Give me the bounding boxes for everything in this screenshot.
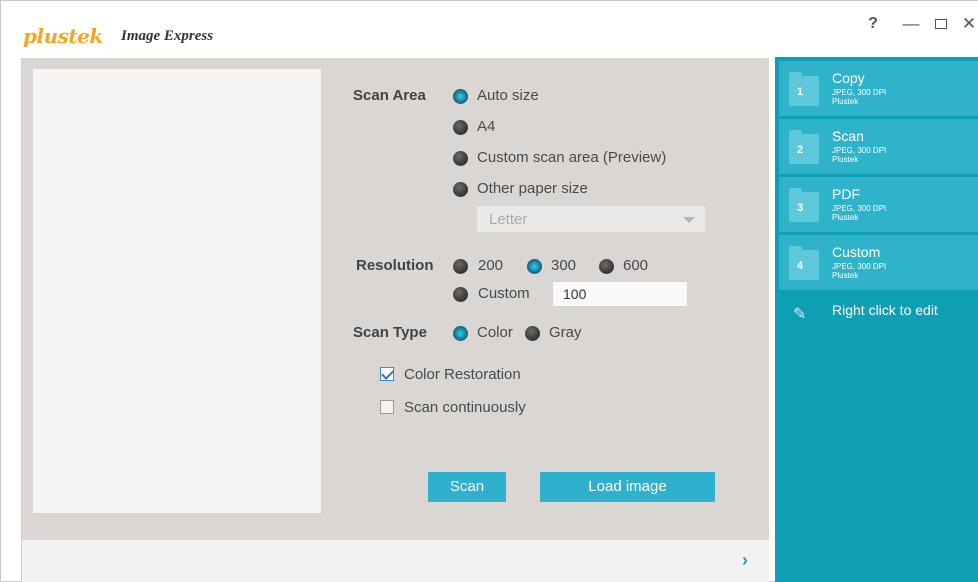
minimize-button[interactable]: — xyxy=(901,13,921,35)
help-button[interactable]: ? xyxy=(863,13,883,35)
scan-continuously-label[interactable]: Scan continuously xyxy=(404,399,526,416)
sidebar-item-format: JPEG, 300 DPI xyxy=(832,262,887,271)
sidebar-item-title: Scan xyxy=(832,128,864,144)
paper-size-select[interactable]: Letter xyxy=(476,205,706,233)
radio-res-200[interactable] xyxy=(453,259,468,274)
scan-area-label: Scan Area xyxy=(353,87,426,104)
item-number: 1 xyxy=(797,86,804,98)
preview-area xyxy=(33,69,321,513)
sidebar-item-format: JPEG, 300 DPI xyxy=(832,204,887,213)
main-panel: Scan Area Auto size A4 Custom scan area … xyxy=(21,58,769,582)
radio-res-custom-label[interactable]: Custom xyxy=(478,285,530,302)
load-image-button[interactable]: Load image xyxy=(540,472,715,502)
sidebar-item-brand: Plustek xyxy=(832,155,859,164)
radio-custom-scan-area-label[interactable]: Custom scan area (Preview) xyxy=(477,149,666,166)
sidebar-item-title: PDF xyxy=(832,186,860,202)
edit-icon: ✎ xyxy=(793,306,807,323)
settings-panel: Scan Area Auto size A4 Custom scan area … xyxy=(22,58,769,540)
radio-auto-size-label[interactable]: Auto size xyxy=(477,87,539,104)
sidebar-item-copy[interactable]: 1 Copy JPEG, 300 DPI Plustek xyxy=(779,61,978,116)
scan-type-label: Scan Type xyxy=(353,324,427,341)
radio-other-paper-size[interactable] xyxy=(453,182,468,197)
sidebar: 1 Copy JPEG, 300 DPI Plustek 2 Scan JPEG… xyxy=(775,57,978,582)
sidebar-item-brand: Plustek xyxy=(832,213,859,222)
item-number: 4 xyxy=(797,260,804,272)
radio-other-paper-size-label[interactable]: Other paper size xyxy=(477,180,588,197)
color-restoration-label[interactable]: Color Restoration xyxy=(404,366,521,383)
scan-button[interactable]: Scan xyxy=(428,472,506,502)
radio-gray-label[interactable]: Gray xyxy=(549,324,582,341)
radio-res-600[interactable] xyxy=(599,259,614,274)
chevron-right-icon[interactable]: › xyxy=(742,551,758,569)
bottom-bar xyxy=(22,540,769,582)
item-number: 2 xyxy=(797,144,804,156)
folder-icon: 4 xyxy=(789,246,819,280)
radio-res-600-label[interactable]: 600 xyxy=(623,257,648,274)
sidebar-item-brand: Plustek xyxy=(832,97,859,106)
app-window: plustek Image Express ? — ✕ Scan Area Au… xyxy=(0,0,978,582)
sidebar-item-title: Copy xyxy=(832,70,865,86)
sidebar-item-format: JPEG, 300 DPI xyxy=(832,146,887,155)
radio-custom-scan-area[interactable] xyxy=(453,151,468,166)
folder-icon: 2 xyxy=(789,130,819,164)
sidebar-item-brand: Plustek xyxy=(832,271,859,280)
folder-icon: 3 xyxy=(789,188,819,222)
sidebar-item-scan[interactable]: 2 Scan JPEG, 300 DPI Plustek xyxy=(779,119,978,174)
radio-color-label[interactable]: Color xyxy=(477,324,513,341)
radio-res-200-label[interactable]: 200 xyxy=(478,257,503,274)
sidebar-item-custom[interactable]: 4 Custom JPEG, 300 DPI Plustek xyxy=(779,235,978,290)
sidebar-item-format: JPEG, 300 DPI xyxy=(832,88,887,97)
app-name: Image Express xyxy=(121,28,214,44)
close-button[interactable]: ✕ xyxy=(959,13,978,35)
item-number: 3 xyxy=(797,202,804,214)
right-click-hint: Right click to edit xyxy=(832,302,938,318)
radio-color[interactable] xyxy=(453,326,468,341)
scan-continuously-checkbox[interactable] xyxy=(380,400,394,414)
radio-a4-label[interactable]: A4 xyxy=(477,118,495,135)
resolution-label: Resolution xyxy=(356,257,434,274)
plustek-logo: plustek xyxy=(23,24,103,48)
folder-icon: 1 xyxy=(789,72,819,106)
radio-res-custom[interactable] xyxy=(453,287,468,302)
maximize-button[interactable] xyxy=(931,13,951,35)
radio-auto-size[interactable] xyxy=(453,89,468,104)
custom-resolution-input[interactable]: 100 xyxy=(552,281,688,307)
radio-res-300-label[interactable]: 300 xyxy=(551,257,576,274)
radio-a4[interactable] xyxy=(453,120,468,135)
chevron-down-icon xyxy=(683,217,695,223)
sidebar-item-title: Custom xyxy=(832,244,881,260)
title-bar: plustek Image Express ? — ✕ xyxy=(1,1,978,57)
paper-size-value: Letter xyxy=(489,211,528,228)
maximize-icon xyxy=(935,19,947,29)
radio-gray[interactable] xyxy=(525,326,540,341)
color-restoration-checkbox[interactable] xyxy=(380,367,394,381)
sidebar-item-pdf[interactable]: 3 PDF JPEG, 300 DPI Plustek xyxy=(779,177,978,232)
radio-res-300[interactable] xyxy=(527,259,542,274)
